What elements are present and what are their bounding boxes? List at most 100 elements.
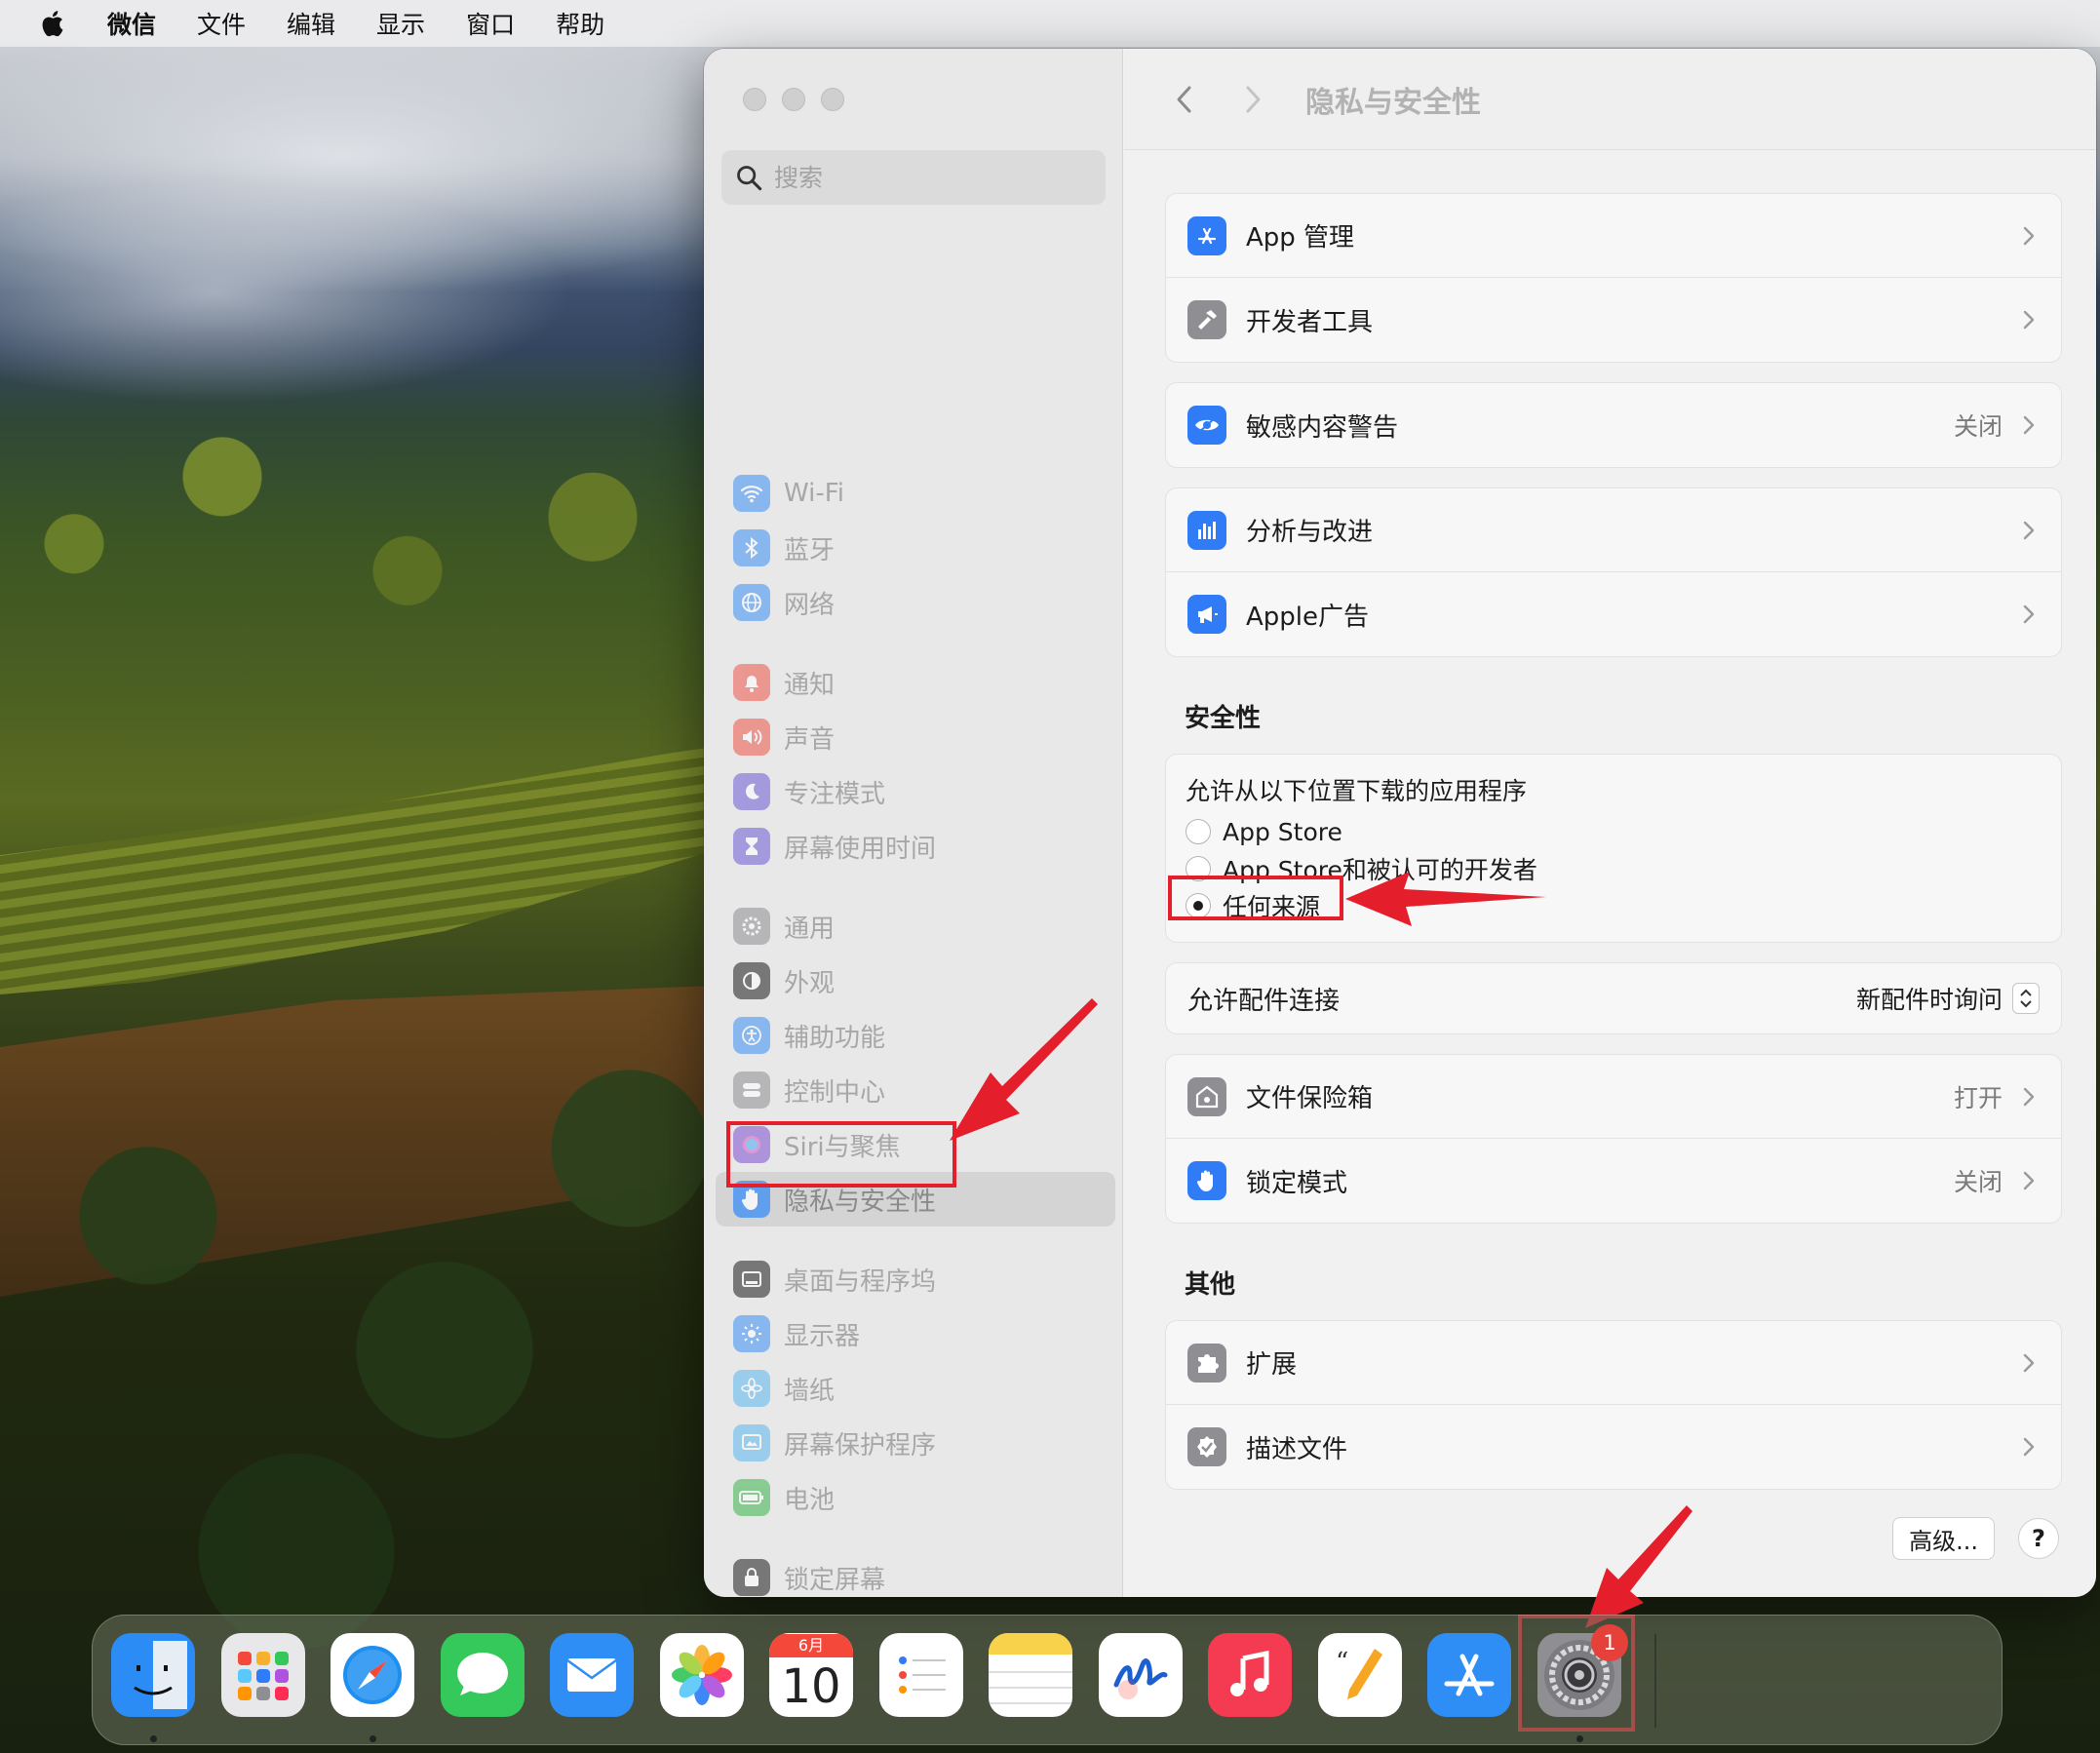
dock-freeform-icon[interactable] [1098, 1633, 1183, 1717]
chevron-right-icon [2022, 308, 2040, 331]
menu-view[interactable]: 显示 [376, 6, 425, 41]
sidebar-item-label: 蓝牙 [784, 535, 836, 565]
dock-mail-icon[interactable] [550, 1633, 634, 1717]
sidebar-item-bluetooth[interactable]: 蓝牙 [716, 521, 1115, 575]
accessory-connection-value[interactable]: 新配件时询问 [1856, 981, 2003, 1016]
battery-icon [733, 1479, 770, 1516]
settings-row-checkmark-badge[interactable]: 描述文件 [1166, 1405, 2061, 1489]
footer-buttons: 高级... ? [1892, 1517, 2059, 1560]
gear-icon [733, 908, 770, 945]
search-input[interactable] [774, 163, 1086, 192]
search-field[interactable] [721, 150, 1106, 205]
apple-logo-icon[interactable] [39, 7, 68, 40]
menu-edit[interactable]: 编辑 [287, 6, 335, 41]
sidebar-item-speaker[interactable]: 声音 [716, 710, 1115, 764]
sidebar-item-label: 专注模式 [784, 779, 886, 809]
dock-running-indicator [150, 1735, 157, 1742]
sidebar-item-screensaver[interactable]: 屏幕保护程序 [716, 1416, 1115, 1470]
wifi-icon [733, 475, 770, 512]
flower-icon [733, 1370, 770, 1407]
chevron-right-icon [2022, 603, 2040, 626]
dock-app-store-icon[interactable] [1427, 1633, 1511, 1717]
dock-pages-icon[interactable]: “ [1317, 1633, 1402, 1717]
menu-bar: 微信 文件 编辑 显示 窗口 帮助 [0, 0, 2100, 47]
sidebar-item-sun[interactable]: 显示器 [716, 1306, 1115, 1361]
scrolled-row-fragment [1165, 150, 2062, 193]
settings-card: 敏感内容警告 关闭 [1165, 382, 2062, 468]
accessory-card: 允许配件连接 新配件时询问 [1165, 962, 2062, 1034]
close-button[interactable] [743, 88, 766, 111]
control-center-icon [733, 1071, 770, 1109]
zoom-button[interactable] [821, 88, 844, 111]
sidebar-item-battery[interactable]: 电池 [716, 1470, 1115, 1525]
minimize-button[interactable] [782, 88, 805, 111]
menu-app-name[interactable]: 微信 [107, 6, 156, 41]
checkmark-badge-icon [1187, 1427, 1226, 1466]
sidebar-item-label: 通知 [784, 670, 836, 700]
advanced-button[interactable]: 高级... [1892, 1517, 1995, 1560]
dock-calendar-icon[interactable]: 6月 10 [769, 1633, 853, 1717]
sidebar-item-label: 墙纸 [784, 1376, 836, 1406]
sidebar-item-gear[interactable]: 通用 [716, 899, 1115, 954]
sidebar-item-label: 锁定屏幕 [784, 1565, 886, 1595]
sidebar-group: 锁定屏幕触控ID与密码 [716, 1550, 1115, 1597]
other-card: 扩展 描述文件 [1165, 1320, 2062, 1490]
sidebar-item-label: 桌面与程序坞 [784, 1266, 937, 1297]
dock-photos-icon[interactable] [659, 1633, 744, 1717]
dock-reminders-icon[interactable] [878, 1633, 963, 1717]
menu-window[interactable]: 窗口 [466, 6, 515, 41]
settings-row-vault[interactable]: 文件保险箱 打开 [1166, 1055, 2061, 1139]
page-title: 隐私与安全性 [1305, 85, 1481, 120]
settings-row-appstore[interactable]: App 管理 [1166, 194, 2061, 278]
dock-messages-icon[interactable] [440, 1633, 525, 1717]
help-button[interactable]: ? [2018, 1518, 2059, 1559]
settings-row-megaphone[interactable]: Apple广告 [1166, 572, 2061, 656]
sidebar-item-hourglass[interactable]: 屏幕使用时间 [716, 819, 1115, 874]
security-card: 文件保险箱 打开 锁定模式 关闭 [1165, 1054, 2062, 1224]
settings-card: App 管理 开发者工具 [1165, 193, 2062, 363]
sidebar-item-bell[interactable]: 通知 [716, 655, 1115, 710]
hammer-icon [1187, 300, 1226, 339]
radio-option-0[interactable]: App Store [1186, 813, 2042, 850]
settings-row-puzzle[interactable]: 扩展 [1166, 1321, 2061, 1405]
sidebar-item-label: 显示器 [784, 1321, 861, 1351]
sidebar-item-flower[interactable]: 墙纸 [716, 1361, 1115, 1416]
forward-button[interactable] [1231, 78, 1274, 121]
sidebar-item-globe[interactable]: 网络 [716, 575, 1115, 630]
sidebar-item-wifi[interactable]: Wi-Fi [716, 466, 1115, 521]
sidebar-item-label: 屏幕使用时间 [784, 834, 937, 864]
dock-safari-icon[interactable] [331, 1633, 414, 1717]
section-title-security: 安全性 [1185, 704, 1262, 733]
allow-apps-question: 允许从以下位置下载的应用程序 [1186, 777, 1528, 805]
accessory-popup-button[interactable] [2012, 983, 2040, 1014]
sidebar-item-lock[interactable]: 锁定屏幕 [716, 1550, 1115, 1597]
up-down-chevron-icon [2020, 989, 2032, 1008]
radio-label: App Store [1223, 817, 1342, 846]
settings-row-hand[interactable]: 锁定模式 关闭 [1166, 1139, 2061, 1223]
sidebar-item-moon[interactable]: 专注模式 [716, 764, 1115, 819]
menu-help[interactable]: 帮助 [556, 6, 604, 41]
dock-running-indicator [1575, 1735, 1583, 1742]
wallpaper-trees [0, 409, 741, 1753]
calendar-day: 10 [781, 1659, 841, 1714]
settings-row-hammer[interactable]: 开发者工具 [1166, 278, 2061, 362]
dock-notes-icon[interactable] [989, 1633, 1072, 1717]
sidebar-item-dock[interactable]: 桌面与程序坞 [716, 1252, 1115, 1306]
row-label: App 管理 [1246, 223, 1355, 253]
menu-file[interactable]: 文件 [197, 6, 246, 41]
dock-music-icon[interactable] [1208, 1633, 1292, 1717]
sidebar-item-label: 电池 [784, 1485, 836, 1515]
settings-row-eye[interactable]: 敏感内容警告 关闭 [1166, 383, 2061, 467]
back-button[interactable] [1163, 78, 1206, 121]
sidebar-group: 通知声音专注模式屏幕使用时间 [716, 655, 1115, 874]
radio-button[interactable] [1186, 819, 1211, 844]
row-label: 开发者工具 [1246, 307, 1374, 337]
hand-icon [1187, 1161, 1226, 1200]
chevron-right-icon [2022, 1351, 2040, 1375]
moon-icon [733, 773, 770, 810]
settings-row-chart[interactable]: 分析与改进 [1166, 488, 2061, 572]
dock-finder-icon[interactable] [111, 1633, 195, 1717]
chevron-right-icon [2022, 1085, 2040, 1109]
chevron-right-icon [2022, 224, 2040, 248]
dock-launchpad-icon[interactable] [220, 1633, 305, 1717]
